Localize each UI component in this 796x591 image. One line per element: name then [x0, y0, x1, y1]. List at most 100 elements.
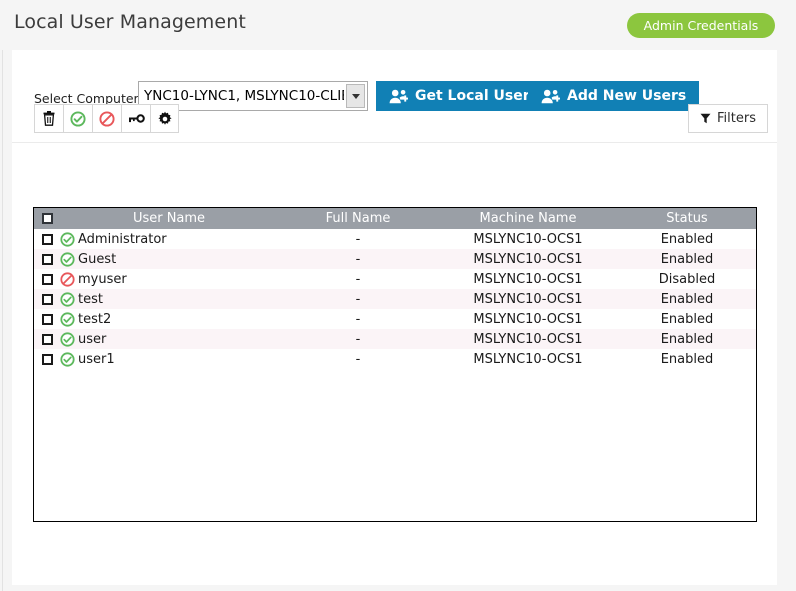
row-select-checkbox[interactable] [41, 273, 53, 285]
cell-machine-name: MSLYNC10-OCS1 [473, 311, 583, 327]
get-local-users-label: Get Local Users [415, 88, 538, 104]
admin-credentials-button[interactable]: Admin Credentials [627, 13, 775, 38]
table-body: Administrator - MSLYNC10-OCS1 Enabled Guest -… [34, 229, 756, 369]
chevron-down-icon[interactable] [346, 84, 365, 108]
users-table: User Name Full Name Machine Name Status … [33, 207, 757, 522]
app-root: Local User Management Admin Credentials … [0, 0, 796, 591]
cell-status: Enabled [660, 311, 714, 327]
check-circle-icon [60, 291, 75, 307]
row-select-checkbox[interactable] [41, 333, 53, 345]
cell-machine-name: MSLYNC10-OCS1 [473, 291, 583, 307]
add-new-users-label: Add New Users [567, 88, 687, 104]
cell-full-name: - [355, 251, 361, 267]
ban-circle-icon [99, 110, 115, 127]
settings-button[interactable] [150, 104, 179, 133]
cell-status: Enabled [660, 351, 714, 367]
cell-user-name: myuser [60, 272, 278, 287]
get-local-users-button[interactable]: Get Local Users [376, 81, 551, 111]
delete-user-button[interactable] [34, 104, 63, 133]
row-select-cell[interactable] [34, 253, 60, 265]
select-all-cell[interactable] [34, 213, 60, 224]
user-add-icon [541, 89, 560, 103]
row-select-checkbox[interactable] [41, 293, 53, 305]
cell-machine-name: MSLYNC10-OCS1 [473, 251, 583, 267]
table-row[interactable]: user - MSLYNC10-OCS1 Enabled [34, 329, 756, 349]
user-name-text: myuser [78, 271, 127, 287]
cell-machine-name: MSLYNC10-OCS1 [473, 351, 583, 367]
user-name-text: user [78, 331, 107, 347]
user-name-text: Guest [78, 251, 117, 267]
row-select-cell[interactable] [34, 233, 60, 245]
row-select-cell[interactable] [34, 333, 60, 345]
row-select-cell[interactable] [34, 353, 60, 365]
row-select-cell[interactable] [34, 293, 60, 305]
cell-status: Enabled [660, 331, 714, 347]
check-circle-icon [60, 311, 75, 327]
row-select-cell[interactable] [34, 273, 60, 285]
page-header: Local User Management Admin Credentials [0, 0, 796, 50]
select-all-checkbox[interactable] [41, 213, 53, 224]
row-select-checkbox[interactable] [41, 353, 53, 365]
check-circle-icon [60, 331, 75, 347]
column-header-full-name[interactable]: Full Name [278, 211, 438, 226]
cell-full-name: - [355, 231, 361, 247]
cell-user-name: Administrator [60, 232, 278, 247]
page-title: Local User Management [14, 11, 246, 33]
disable-user-button[interactable] [92, 104, 121, 133]
cell-machine-name: MSLYNC10-OCS1 [473, 271, 583, 287]
cell-status: Disabled [658, 271, 716, 287]
ban-circle-icon [60, 271, 75, 287]
check-circle-icon [70, 110, 86, 127]
column-header-status[interactable]: Status [618, 211, 756, 226]
user-add-icon [389, 89, 408, 103]
cell-full-name: - [355, 331, 361, 347]
cell-user-name: test2 [60, 312, 278, 327]
cell-full-name: - [355, 311, 361, 327]
reset-password-button[interactable] [121, 104, 150, 133]
check-circle-icon [60, 351, 75, 367]
user-name-text: test2 [78, 311, 112, 327]
cell-machine-name: MSLYNC10-OCS1 [473, 231, 583, 247]
table-row[interactable]: myuser - MSLYNC10-OCS1 Disabled [34, 269, 756, 289]
column-header-machine-name[interactable]: Machine Name [438, 211, 618, 226]
cell-status: Enabled [660, 291, 714, 307]
content-panel: Select Computer Get Local Users [12, 50, 777, 585]
cell-full-name: - [355, 351, 361, 367]
cell-user-name: user [60, 332, 278, 347]
section-divider [12, 142, 777, 143]
left-edge-rule [2, 0, 3, 591]
table-row[interactable]: Administrator - MSLYNC10-OCS1 Enabled [34, 229, 756, 249]
cell-full-name: - [355, 271, 361, 287]
row-select-checkbox[interactable] [41, 313, 53, 325]
row-select-cell[interactable] [34, 313, 60, 325]
funnel-icon [700, 113, 711, 124]
enable-user-button[interactable] [63, 104, 92, 133]
table-row[interactable]: Guest - MSLYNC10-OCS1 Enabled [34, 249, 756, 269]
check-circle-icon [60, 231, 75, 247]
cell-user-name: user1 [60, 352, 278, 367]
row-select-checkbox[interactable] [41, 253, 53, 265]
trash-icon [43, 111, 55, 126]
row-select-checkbox[interactable] [41, 233, 53, 245]
filters-button[interactable]: Filters [688, 104, 768, 133]
check-circle-icon [60, 251, 75, 267]
table-row[interactable]: test - MSLYNC10-OCS1 Enabled [34, 289, 756, 309]
add-new-users-button[interactable]: Add New Users [528, 81, 700, 111]
filters-label: Filters [717, 111, 756, 126]
cell-user-name: test [60, 292, 278, 307]
user-name-text: user1 [78, 351, 115, 367]
user-name-text: test [78, 291, 103, 307]
gear-icon [157, 111, 172, 125]
table-row[interactable]: user1 - MSLYNC10-OCS1 Enabled [34, 349, 756, 369]
key-icon [128, 114, 145, 123]
cell-user-name: Guest [60, 252, 278, 267]
cell-status: Enabled [660, 251, 714, 267]
cell-full-name: - [355, 291, 361, 307]
user-name-text: Administrator [78, 231, 167, 247]
row-action-toolbar [34, 104, 179, 133]
table-header-row: User Name Full Name Machine Name Status [34, 208, 756, 229]
column-header-user-name[interactable]: User Name [60, 211, 278, 226]
cell-machine-name: MSLYNC10-OCS1 [473, 331, 583, 347]
cell-status: Enabled [660, 231, 714, 247]
table-row[interactable]: test2 - MSLYNC10-OCS1 Enabled [34, 309, 756, 329]
